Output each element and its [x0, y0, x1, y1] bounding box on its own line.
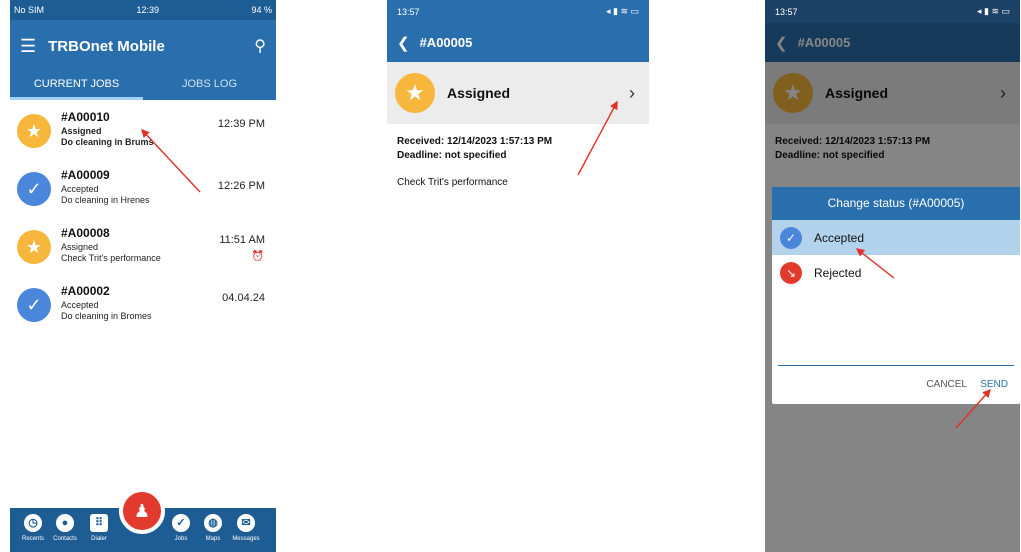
page-title: #A00005: [419, 35, 473, 50]
alarm-clock-icon: ⏰: [251, 251, 264, 262]
job-desc: Do cleaning in Hrenes: [61, 195, 150, 205]
clock: 13:57: [775, 6, 798, 17]
status-bar: 13:57 ◂ ▮ ≋ ▭: [765, 0, 1020, 23]
nav-contacts[interactable]: ● Contacts: [50, 514, 80, 542]
job-time: 12:39 PM: [217, 118, 265, 130]
job-status: Assigned: [61, 126, 102, 136]
reject-icon: ↘: [780, 261, 802, 284]
app-bar: ❮ #A00005: [387, 23, 649, 62]
check-icon: ✓: [17, 288, 51, 322]
job-id: #A00010: [61, 110, 110, 124]
status-bar: 13:57 ◂ ▮ ≋ ▭: [387, 0, 649, 23]
deadline-text: Deadline: not specified: [397, 150, 507, 161]
contact-icon: ●: [56, 514, 74, 532]
send-button[interactable]: SEND: [980, 379, 1008, 390]
option-label: Accepted: [814, 230, 865, 245]
jobs-icon: ✓: [172, 514, 190, 532]
job-time: 12:26 PM: [217, 180, 265, 192]
job-desc: Do cleaning in Brums: [61, 137, 154, 147]
option-label: Rejected: [814, 265, 862, 280]
star-icon: ★: [17, 230, 51, 264]
nav-maps[interactable]: ◍ Maps: [198, 514, 228, 542]
job-desc: Check Trit's performance: [61, 253, 161, 263]
nav-jobs[interactable]: ✓ Jobs: [166, 514, 196, 542]
option-accepted[interactable]: ✓ Accepted: [772, 220, 1020, 255]
job-desc: Check Trit's performance: [397, 177, 508, 188]
app-bar: ☰ TRBOnet Mobile ⚲: [10, 20, 276, 72]
option-rejected[interactable]: ↘ Rejected: [772, 255, 1020, 290]
app-title: TRBOnet Mobile: [48, 37, 165, 55]
bell-icon: ♟: [133, 501, 151, 521]
check-icon: ✓: [780, 226, 802, 249]
job-details: Received: 12/14/2023 1:57:13 PM Deadline…: [387, 124, 649, 200]
globe-icon: ◍: [204, 514, 222, 532]
divider: [778, 365, 1014, 366]
tab-current-jobs[interactable]: CURRENT JOBS: [10, 72, 143, 100]
back-icon[interactable]: ❮: [397, 34, 410, 52]
job-desc: Do cleaning in Bromes: [61, 311, 152, 321]
job-id: #A00009: [61, 168, 110, 182]
carrier-label: No SIM: [14, 5, 45, 15]
nav-dialer[interactable]: ⠿ Dialer: [84, 514, 114, 542]
status-bar: No SIM 12:39 94 %: [10, 0, 276, 20]
nav-recents[interactable]: ◷ Recents: [18, 514, 48, 542]
job-time: 11:51 AM: [219, 234, 265, 246]
status-label: Assigned: [447, 85, 511, 101]
dialpad-icon: ⠿: [90, 514, 108, 532]
bottom-nav: ◷ Recents ● Contacts ⠿ Dialer ♟ ✓ Jobs ◍…: [10, 488, 276, 552]
battery-label: 94 %: [251, 5, 272, 15]
alarm-button[interactable]: ♟: [119, 488, 165, 534]
tabs: CURRENT JOBS JOBS LOG: [10, 72, 276, 100]
clock: 13:57: [397, 6, 420, 17]
job-time: 04.04.24: [222, 292, 265, 304]
check-icon: ✓: [17, 172, 51, 206]
search-icon[interactable]: ⚲: [254, 36, 266, 56]
job-item[interactable]: ✓ #A00002 Accepted Do cleaning in Bromes…: [10, 280, 276, 338]
dialog-title: Change status (#A00005): [772, 187, 1020, 220]
clock: 12:39: [136, 5, 160, 15]
nav-messages[interactable]: ✉ Messages: [231, 514, 261, 542]
job-id: #A00002: [61, 284, 110, 298]
jobs-list-screen: No SIM 12:39 94 % ☰ TRBOnet Mobile ⚲ CUR…: [10, 0, 276, 552]
job-item[interactable]: ★ #A00008 Assigned Check Trit's performa…: [10, 222, 276, 280]
job-status: Accepted: [61, 300, 99, 310]
menu-icon[interactable]: ☰: [20, 36, 36, 57]
chevron-right-icon[interactable]: ›: [629, 83, 635, 104]
tab-jobs-log[interactable]: JOBS LOG: [143, 72, 276, 100]
status-row[interactable]: ★ Assigned ›: [387, 62, 649, 124]
job-id: #A00008: [61, 226, 110, 240]
star-icon: ★: [395, 73, 435, 113]
cancel-button[interactable]: CANCEL: [926, 379, 967, 390]
change-status-dialog: Change status (#A00005) ✓ Accepted ↘ Rej…: [772, 187, 1020, 404]
star-icon: ★: [17, 114, 51, 148]
job-status: Accepted: [61, 184, 99, 194]
job-item[interactable]: ✓ #A00009 Accepted Do cleaning in Hrenes…: [10, 164, 276, 222]
job-detail-screen: 13:57 ◂ ▮ ≋ ▭ ❮ #A00005 ★ Assigned › Rec…: [387, 0, 649, 552]
message-icon: ✉: [237, 514, 255, 532]
change-status-screen: 13:57 ◂ ▮ ≋ ▭ ❮ #A00005 ★ Assigned › Rec…: [765, 0, 1020, 552]
received-text: Received: 12/14/2023 1:57:13 PM: [397, 136, 553, 147]
job-item[interactable]: ★ #A00010 Assigned Do cleaning in Brums …: [10, 106, 276, 164]
job-status: Assigned: [61, 242, 99, 252]
signal-icons: ◂ ▮ ≋ ▭: [976, 6, 1010, 16]
job-list: ★ #A00010 Assigned Do cleaning in Brums …: [10, 100, 276, 338]
clock-icon: ◷: [24, 514, 42, 532]
signal-icons: ◂ ▮ ≋ ▭: [605, 6, 639, 16]
